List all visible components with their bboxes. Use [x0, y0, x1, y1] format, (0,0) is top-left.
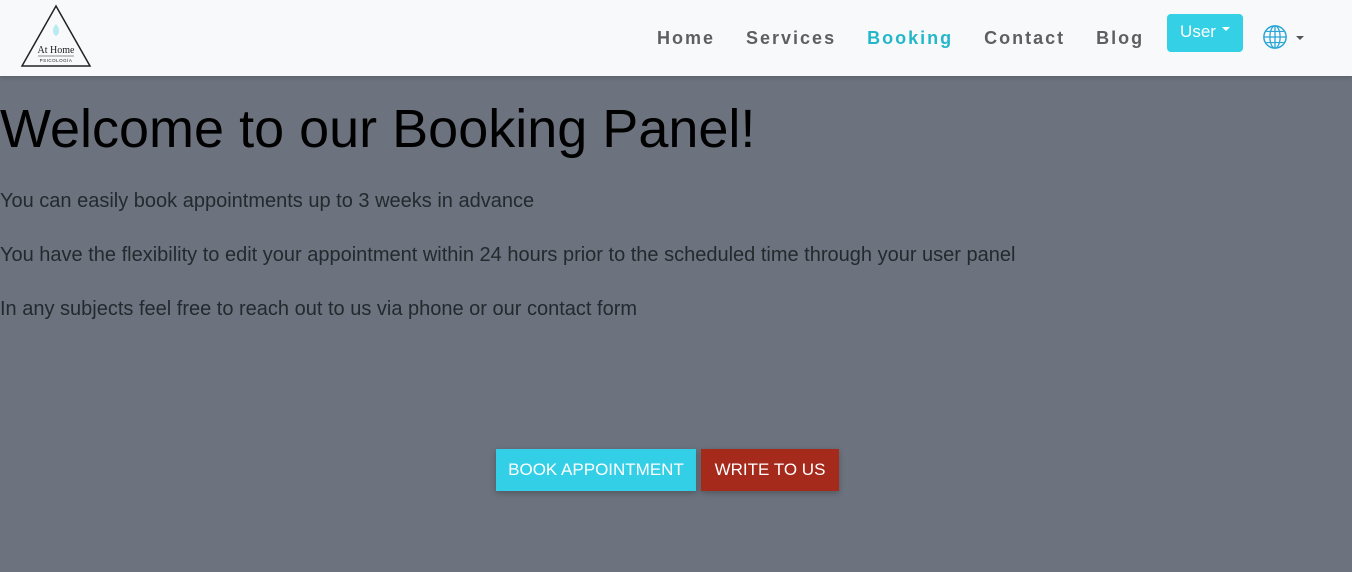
nav-link-contact[interactable]: Contact	[984, 28, 1065, 49]
write-to-us-button[interactable]: WRITE TO US	[701, 449, 839, 491]
globe-icon[interactable]	[1261, 24, 1289, 50]
navbar: At Home PSICOLOGÍA Home Services Booking…	[0, 0, 1352, 76]
nav-link-home[interactable]: Home	[657, 28, 715, 49]
language-caret-icon[interactable]	[1296, 36, 1304, 40]
hero-line-edit-policy: You have the flexibility to edit your ap…	[0, 244, 1016, 266]
nav-link-blog[interactable]: Blog	[1096, 28, 1144, 49]
user-dropdown-button[interactable]: User	[1167, 14, 1243, 52]
user-label: User	[1180, 22, 1216, 41]
svg-text:PSICOLOGÍA: PSICOLOGÍA	[40, 57, 73, 63]
hero-title: Welcome to our Booking Panel!	[0, 99, 756, 159]
hero-line-advance-booking: You can easily book appointments up to 3…	[0, 190, 535, 212]
nav-links: Home Services Booking Contact Blog	[640, 0, 1175, 76]
hero-line-contact-info: In any subjects feel free to reach out t…	[0, 298, 638, 320]
nav-link-booking[interactable]: Booking	[867, 28, 953, 49]
at-home-logo[interactable]: At Home PSICOLOGÍA	[20, 4, 92, 68]
svg-text:At Home: At Home	[38, 45, 76, 56]
nav-link-services[interactable]: Services	[746, 28, 836, 49]
caret-down-icon	[1221, 27, 1230, 31]
book-appointment-button[interactable]: BOOK APPOINTMENT	[496, 449, 696, 491]
